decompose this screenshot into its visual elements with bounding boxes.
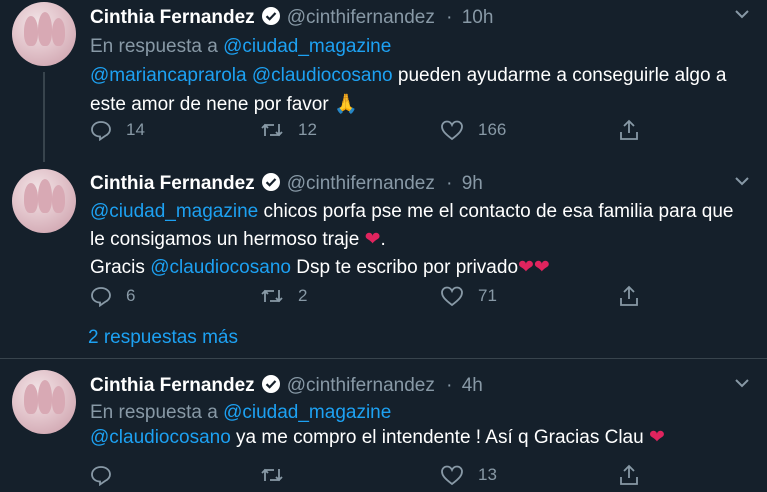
tweet-body-text: Dsp te escribo por privado [290,257,519,278]
retweet-icon [261,468,283,482]
heart-icon [441,465,463,486]
timestamp[interactable]: 10h [462,7,494,28]
reply-context: En respuesta a @ciudad_magazine [90,402,391,424]
reply-button[interactable]: 14 [90,119,145,141]
action-bar: 13 [90,464,650,488]
retweet-button[interactable]: 12 [260,119,317,141]
timestamp[interactable]: 9h [462,173,483,194]
timestamp[interactable]: 4h [462,375,483,396]
reply-count: 6 [126,286,136,305]
heart-emoji: ❤❤ [518,257,550,278]
tweet-3[interactable]: Cinthia Fernandez @cinthifernandez · 4h E… [0,360,767,492]
retweet-icon [261,123,283,137]
mention[interactable]: @ciudad_magazine [90,201,258,222]
handle[interactable]: @cinthifernandez [287,375,435,396]
mention[interactable]: @claudiocosano [150,257,291,278]
separator: · [446,7,453,28]
handle[interactable]: @cinthifernandez [287,7,435,28]
action-bar: 14 12 166 [90,119,650,143]
verified-icon [261,173,280,191]
verified-icon [261,375,280,393]
share-button[interactable] [618,285,654,307]
reply-mention[interactable]: @ciudad_magazine [223,36,391,57]
avatar[interactable] [12,169,76,233]
verified-icon [261,7,280,25]
heart-icon [441,120,463,141]
chevron-down-icon[interactable] [735,7,749,21]
like-count: 71 [478,286,497,305]
mention[interactable]: @claudiocosano [252,65,393,86]
tweet-body-text: Gracis [90,257,151,278]
reply-button[interactable] [90,464,126,486]
tweet-header: Cinthia Fernandez @cinthifernandez · 10h [90,6,493,29]
share-button[interactable] [618,464,654,486]
retweet-button[interactable]: 2 [260,285,307,307]
tweet-body-text: ya me compro el intendente ! Así q Graci… [230,427,649,448]
retweet-count: 2 [298,286,308,305]
heart-icon [441,286,463,307]
display-name[interactable]: Cinthia Fernandez [90,7,255,28]
like-button[interactable]: 71 [440,285,497,307]
separator: · [446,173,453,194]
retweet-button[interactable] [260,464,298,486]
reply-icon [91,466,111,486]
display-name[interactable]: Cinthia Fernandez [90,173,255,194]
like-count: 166 [478,120,507,139]
retweet-count: 12 [298,120,317,139]
show-more-replies-link[interactable]: 2 respuestas más [88,327,238,349]
share-icon [620,285,638,306]
share-icon [620,464,638,485]
tweet-body-text: . [380,229,386,250]
avatar[interactable] [12,2,76,66]
thread-line [43,72,45,162]
tweet-text: @mariancaprarola @claudiocosano pueden a… [90,62,750,119]
tweet-header: Cinthia Fernandez @cinthifernandez · 4h [90,374,483,397]
heart-emoji: ❤ [364,229,381,250]
pray-emoji: 🙏 [333,93,358,115]
like-button[interactable]: 166 [440,119,506,141]
retweet-icon [261,289,283,303]
like-button[interactable]: 13 [440,464,497,486]
reply-count: 14 [126,120,145,139]
reply-icon [91,287,111,307]
reply-icon [91,121,111,141]
reply-context: En respuesta a @ciudad_magazine [90,36,391,58]
reply-prefix: En respuesta a [90,36,218,57]
tweet-text: @claudiocosano ya me compro el intendent… [90,424,750,452]
mention[interactable]: @mariancaprarola [90,65,247,86]
reply-mention[interactable]: @ciudad_magazine [223,402,391,423]
display-name[interactable]: Cinthia Fernandez [90,375,255,396]
like-count: 13 [478,465,497,484]
tweet-1[interactable]: Cinthia Fernandez @cinthifernandez · 10h … [0,0,767,165]
reply-button[interactable]: 6 [90,285,135,307]
separator: · [446,375,453,396]
divider [0,358,767,359]
avatar[interactable] [12,370,76,434]
handle[interactable]: @cinthifernandez [287,173,435,194]
heart-emoji: ❤ [648,427,665,448]
mention[interactable]: @claudiocosano [90,427,231,448]
chevron-down-icon[interactable] [735,174,749,188]
tweet-text: @ciudad_magazine chicos porfa pse me el … [90,198,750,282]
reply-prefix: En respuesta a [90,402,218,423]
tweet-header: Cinthia Fernandez @cinthifernandez · 9h [90,172,483,195]
action-bar: 6 2 71 [90,285,650,309]
chevron-down-icon[interactable] [735,376,749,390]
share-button[interactable] [618,119,654,141]
share-icon [620,119,638,140]
